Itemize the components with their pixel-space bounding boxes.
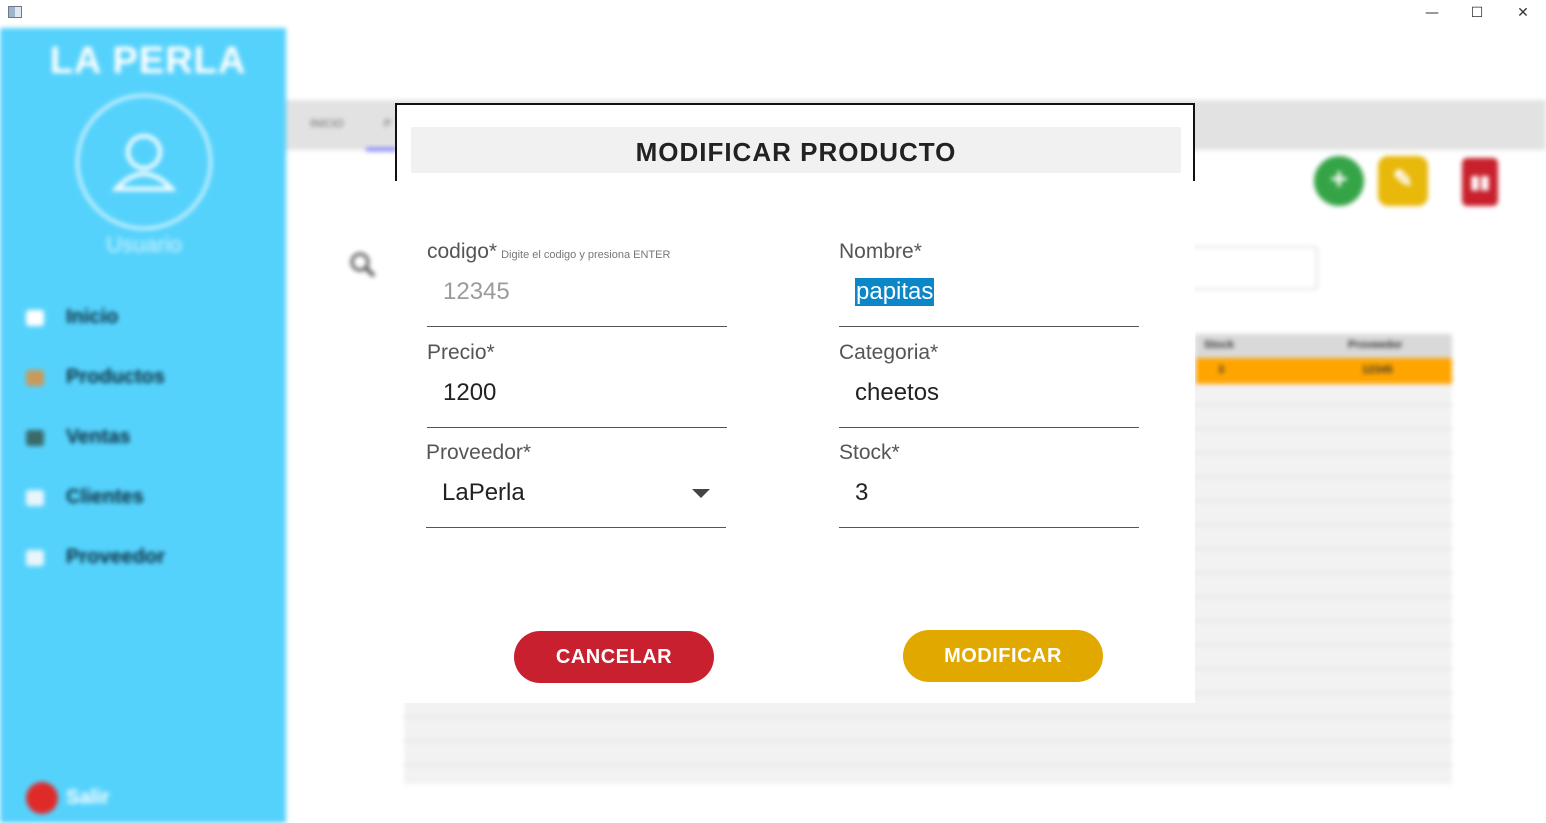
plus-icon: + [1330,163,1348,196]
trash-icon: ▮▮ [1470,172,1490,192]
column-header-proveedor[interactable]: Proveedor [1348,339,1402,351]
brand-title: LA PERLA [49,40,247,82]
user-label: Usuario [106,232,182,257]
categoria-underline [839,427,1139,428]
pencil-icon: ✎ [1392,166,1414,193]
truck-icon [26,549,44,566]
proveedor-label: Proveedor* [426,441,532,464]
stock-field[interactable]: Stock* 3 [839,441,1139,528]
dialog-header: MODIFICAR PRODUCTO [411,127,1181,173]
stock-label: Stock* [839,441,900,464]
nombre-field[interactable]: Nombre* papitas [839,240,1139,327]
table-row[interactable]: 3 12345 [1196,358,1452,384]
codigo-underline [427,326,727,327]
categoria-label: Categoria* [839,341,939,364]
power-icon [26,782,58,814]
sidebar-item-proveedor[interactable]: Proveedor [26,546,165,572]
chart-icon [26,429,44,446]
close-button[interactable]: ✕ [1503,2,1543,24]
codigo-hint: Digite el codigo y presiona ENTER [501,249,671,261]
edit-product-button[interactable]: ✎ [1378,156,1428,206]
delete-product-button[interactable]: ▮▮ [1462,158,1498,206]
precio-field[interactable]: Precio* 1200 [427,341,727,428]
sidebar-item-inicio[interactable]: Inicio [26,306,118,332]
box-icon [26,369,44,386]
maximize-button[interactable]: ☐ [1457,2,1497,24]
sidebar: LA PERLA Usuario Inicio Productos Ventas… [0,28,286,823]
search-input[interactable] [1180,246,1318,290]
user-icon [111,134,177,191]
add-product-button[interactable]: + [1314,156,1364,206]
tab-inicio[interactable]: INICIO [310,118,344,130]
proveedor-field[interactable]: Proveedor* LaPerla [426,441,726,528]
sidebar-item-ventas[interactable]: Ventas [26,426,130,452]
minimize-button[interactable]: — [1412,2,1452,24]
codigo-field[interactable]: codigo* Digite el codigo y presiona ENTER… [427,240,727,327]
proveedor-underline [426,527,726,528]
tab-productos[interactable]: P [384,118,391,130]
table-header: Stock Proveedor [1196,334,1452,358]
nombre-label: Nombre* [839,240,922,263]
table-cell: 3 [1218,364,1225,376]
chevron-down-icon[interactable] [692,489,710,498]
precio-input[interactable]: 1200 [443,379,496,407]
stock-input[interactable]: 3 [855,479,868,507]
sidebar-item-clientes[interactable]: Clientes [26,486,144,512]
column-header-stock[interactable]: Stock [1204,339,1234,351]
tab-active-indicator [366,148,396,151]
precio-label: Precio* [427,341,495,364]
precio-underline [427,427,727,428]
cancel-button[interactable]: CANCELAR [514,631,714,683]
nombre-underline [839,326,1139,327]
users-icon [26,489,44,506]
search-icon[interactable] [348,250,378,280]
modify-button[interactable]: MODIFICAR [903,630,1103,682]
window-titlebar: — ☐ ✕ [0,0,1546,28]
categoria-field[interactable]: Categoria* cheetos [839,341,1139,428]
proveedor-select[interactable]: LaPerla [442,479,525,507]
exit-button[interactable]: Salir [26,782,109,814]
modify-product-dialog: MODIFICAR PRODUCTO codigo* Digite el codi… [395,103,1195,703]
codigo-input[interactable]: 12345 [443,278,510,306]
stock-underline [839,527,1139,528]
nombre-input[interactable]: papitas [855,278,935,306]
sidebar-item-productos[interactable]: Productos [26,366,165,392]
categoria-input[interactable]: cheetos [855,379,939,407]
app-icon [8,6,22,18]
avatar [76,94,212,230]
dialog-title: MODIFICAR PRODUCTO [635,137,957,167]
table-cell: 12345 [1362,364,1393,376]
codigo-label: codigo* Digite el codigo y presiona ENTER [427,240,671,263]
home-icon [26,309,44,326]
